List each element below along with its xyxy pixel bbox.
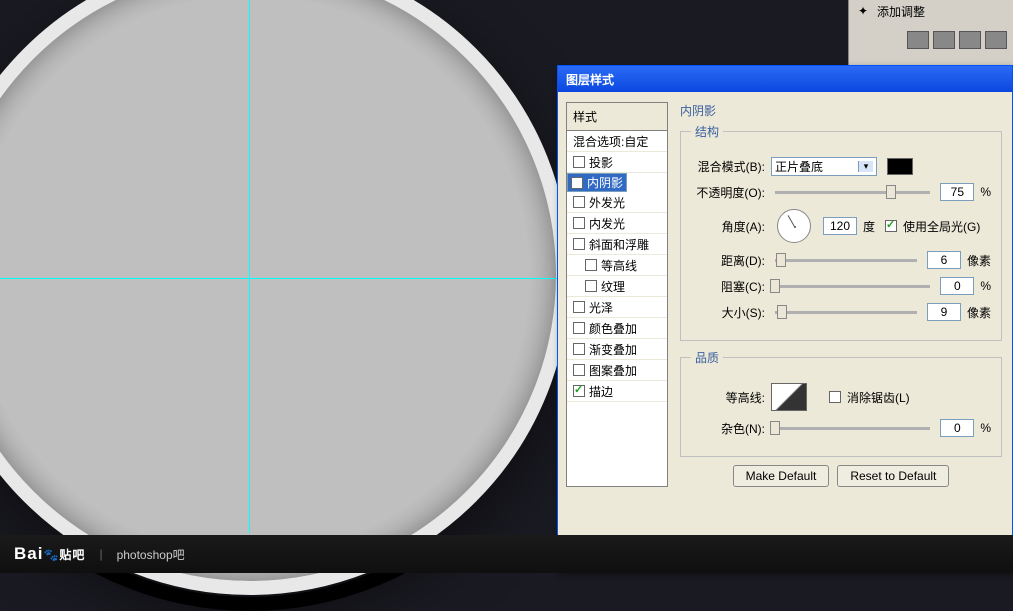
layer-style-dialog: 图层样式 样式 混合选项:自定 投影内阴影外发光内发光斜面和浮雕等高线纹理光泽颜… (557, 65, 1013, 573)
style-checkbox-stroke[interactable] (573, 385, 585, 397)
style-label: 内阴影 (587, 174, 623, 191)
styles-list: 样式 混合选项:自定 投影内阴影外发光内发光斜面和浮雕等高线纹理光泽颜色叠加渐变… (566, 102, 668, 487)
antialias-checkbox[interactable] (829, 391, 841, 403)
opacity-input[interactable]: 75 (940, 183, 974, 201)
opacity-label: 不透明度(O): (691, 184, 765, 201)
style-checkbox-drop-shadow[interactable] (573, 156, 585, 168)
opacity-slider[interactable] (775, 191, 930, 194)
style-label: 渐变叠加 (589, 341, 637, 358)
antialias-label: 消除锯齿(L) (847, 389, 910, 406)
dialog-title: 图层样式 (566, 71, 614, 88)
noise-input[interactable]: 0 (940, 419, 974, 437)
style-item-inner-shadow[interactable]: 内阴影 (567, 173, 627, 192)
shadow-color-swatch[interactable] (887, 158, 913, 175)
forum-name: photoshop吧 (117, 546, 185, 563)
angle-unit: 度 (863, 218, 875, 235)
style-label: 图案叠加 (589, 362, 637, 379)
chevron-down-icon: ▾ (858, 161, 873, 172)
blend-mode-label: 混合模式(B): (691, 158, 765, 175)
choke-unit: % (980, 279, 991, 293)
noise-slider[interactable] (775, 427, 930, 430)
quality-legend: 品质 (691, 349, 723, 366)
styles-header[interactable]: 样式 (567, 103, 667, 131)
noise-label: 杂色(N): (691, 420, 765, 437)
style-label: 颜色叠加 (589, 320, 637, 337)
distance-unit: 像素 (967, 252, 991, 269)
structure-group: 结构 混合模式(B): 正片叠底 ▾ 不透明度(O): 75 % 角 (680, 123, 1002, 341)
style-item-pattern-overlay[interactable]: 图案叠加 (567, 360, 667, 381)
adjustments-panel: ✦ 添加调整 (848, 0, 1013, 65)
global-light-checkbox[interactable] (885, 220, 897, 232)
style-label: 外发光 (589, 194, 625, 211)
adjustment-icon: ✦ (855, 4, 871, 20)
choke-input[interactable]: 0 (940, 277, 974, 295)
size-label: 大小(S): (691, 304, 765, 321)
distance-label: 距离(D): (691, 252, 765, 269)
style-item-stroke[interactable]: 描边 (567, 381, 667, 402)
preset-icon-4[interactable] (985, 31, 1007, 49)
structure-legend: 结构 (691, 123, 723, 140)
style-item-outer-glow[interactable]: 外发光 (567, 192, 667, 213)
opacity-unit: % (980, 185, 991, 199)
adjustments-title: 添加调整 (877, 3, 925, 20)
style-checkbox-inner-shadow[interactable] (571, 177, 583, 189)
style-label: 内发光 (589, 215, 625, 232)
style-checkbox-contour[interactable] (585, 259, 597, 271)
style-label: 光泽 (589, 299, 613, 316)
style-item-contour[interactable]: 等高线 (567, 255, 667, 276)
distance-slider[interactable] (775, 259, 917, 262)
adjustment-presets-row (849, 29, 1013, 51)
preset-icon-1[interactable] (907, 31, 929, 49)
guide-vertical[interactable] (249, 0, 250, 533)
contour-picker[interactable] (771, 383, 807, 411)
style-label: 等高线 (601, 257, 637, 274)
style-item-inner-glow[interactable]: 内发光 (567, 213, 667, 234)
dialog-titlebar[interactable]: 图层样式 (558, 66, 1012, 92)
style-checkbox-texture[interactable] (585, 280, 597, 292)
style-item-bevel[interactable]: 斜面和浮雕 (567, 234, 667, 255)
style-checkbox-color-overlay[interactable] (573, 322, 585, 334)
angle-label: 角度(A): (691, 218, 765, 235)
watermark-bar: Bai🐾贴吧 | photoshop吧 (0, 535, 1013, 573)
blend-mode-select[interactable]: 正片叠底 ▾ (771, 157, 877, 176)
size-unit: 像素 (967, 304, 991, 321)
style-item-gradient-overlay[interactable]: 渐变叠加 (567, 339, 667, 360)
style-label: 斜面和浮雕 (589, 236, 649, 253)
global-light-label: 使用全局光(G) (903, 218, 980, 235)
style-label: 纹理 (601, 278, 625, 295)
angle-input[interactable]: 120 (823, 217, 857, 235)
style-checkbox-gradient-overlay[interactable] (573, 343, 585, 355)
angle-dial[interactable] (777, 209, 811, 243)
style-checkbox-pattern-overlay[interactable] (573, 364, 585, 376)
style-item-drop-shadow[interactable]: 投影 (567, 152, 667, 173)
preset-icon-3[interactable] (959, 31, 981, 49)
style-item-satin[interactable]: 光泽 (567, 297, 667, 318)
separator: | (99, 547, 102, 561)
size-slider[interactable] (775, 311, 917, 314)
contour-label: 等高线: (691, 389, 765, 406)
settings-heading: 内阴影 (680, 102, 1002, 119)
style-item-texture[interactable]: 纹理 (567, 276, 667, 297)
make-default-button[interactable]: Make Default (733, 465, 830, 487)
style-item-color-overlay[interactable]: 颜色叠加 (567, 318, 667, 339)
blend-options[interactable]: 混合选项:自定 (567, 131, 667, 152)
style-checkbox-satin[interactable] (573, 301, 585, 313)
quality-group: 品质 等高线: 消除锯齿(L) 杂色(N): 0 % (680, 349, 1002, 457)
style-checkbox-outer-glow[interactable] (573, 196, 585, 208)
baidu-logo: Bai🐾贴吧 (14, 544, 85, 564)
choke-slider[interactable] (775, 285, 930, 288)
artwork-circle-outer (0, 0, 570, 595)
size-input[interactable]: 9 (927, 303, 961, 321)
distance-input[interactable]: 6 (927, 251, 961, 269)
style-label: 描边 (589, 383, 613, 400)
choke-label: 阻塞(C): (691, 278, 765, 295)
style-checkbox-inner-glow[interactable] (573, 217, 585, 229)
noise-unit: % (980, 421, 991, 435)
reset-default-button[interactable]: Reset to Default (837, 465, 949, 487)
style-checkbox-bevel[interactable] (573, 238, 585, 250)
preset-icon-2[interactable] (933, 31, 955, 49)
style-label: 投影 (589, 154, 613, 171)
